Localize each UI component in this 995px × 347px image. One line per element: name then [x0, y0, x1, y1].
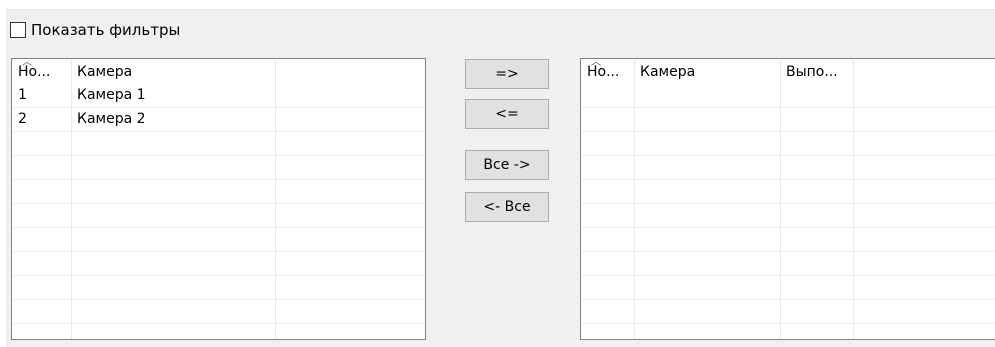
column-header-empty[interactable] [275, 59, 425, 83]
row-divider [12, 299, 425, 300]
column-divider [853, 59, 854, 339]
row-divider [581, 299, 995, 300]
row-number: 2 [18, 111, 27, 127]
selected-cameras-list[interactable]: ︿ Но... Камера Выпо... [580, 58, 995, 340]
table-row[interactable]: 1 Камера 1 [12, 83, 425, 107]
column-header-number[interactable]: ︿ Но... [12, 59, 71, 83]
row-divider [12, 203, 425, 204]
row-divider [12, 179, 425, 180]
move-selected-left-button[interactable]: <= [465, 99, 549, 129]
row-divider [12, 323, 425, 324]
row-divider [12, 251, 425, 252]
row-divider [581, 275, 995, 276]
column-header-empty[interactable] [853, 59, 995, 83]
available-cameras-list[interactable]: ︿ Но... Камера 1 Камера 1 2 Камера 2 [11, 58, 426, 340]
column-divider [780, 59, 781, 339]
show-filters-row[interactable]: Показать фильтры [10, 19, 180, 41]
list-header: ︿ Но... Камера Выпо... [581, 59, 995, 83]
show-filters-label: Показать фильтры [31, 21, 181, 39]
row-divider [12, 131, 425, 132]
row-divider [581, 251, 995, 252]
sort-ascending-icon: ︿ [22, 58, 32, 68]
row-camera-name: Камера 2 [77, 111, 146, 127]
move-all-left-button[interactable]: <- Все [465, 192, 549, 222]
row-divider [581, 227, 995, 228]
list-header: ︿ Но... Камера [12, 59, 425, 83]
row-number: 1 [18, 87, 27, 103]
row-camera-name: Камера 1 [77, 87, 146, 103]
move-all-right-button[interactable]: Все -> [465, 150, 549, 180]
row-divider [581, 107, 995, 108]
row-divider [581, 155, 995, 156]
row-divider [12, 227, 425, 228]
sort-ascending-icon: ︿ [591, 58, 601, 68]
row-divider [581, 323, 995, 324]
row-divider [581, 203, 995, 204]
column-divider [634, 59, 635, 339]
move-selected-right-button[interactable]: => [465, 59, 549, 89]
column-header-camera[interactable]: Камера [71, 59, 275, 83]
show-filters-checkbox[interactable] [10, 22, 26, 38]
row-divider [12, 155, 425, 156]
column-header-camera[interactable]: Камера [634, 59, 780, 83]
column-header-number[interactable]: ︿ Но... [581, 59, 634, 83]
column-header-executed[interactable]: Выпо... [780, 59, 853, 83]
row-divider [581, 179, 995, 180]
row-divider [12, 275, 425, 276]
row-divider [581, 131, 995, 132]
table-row[interactable]: 2 Камера 2 [12, 107, 425, 131]
